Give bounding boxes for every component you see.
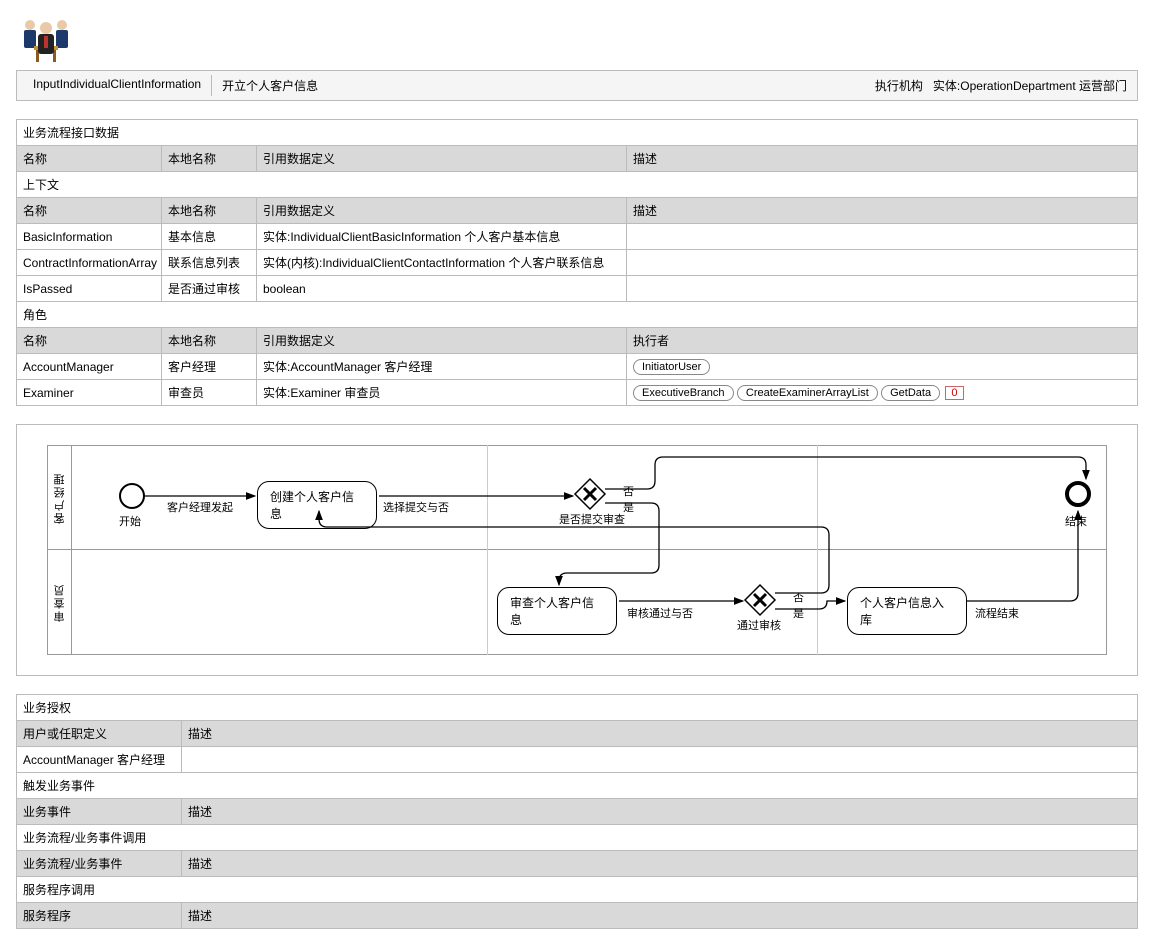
invoke-table: 业务流程/业务事件 描述 bbox=[16, 850, 1138, 877]
cell-name: ContractInformationArray bbox=[17, 250, 162, 276]
cell-local: 基本信息 bbox=[162, 224, 257, 250]
cell-name: Examiner bbox=[17, 380, 162, 406]
label-choose: 选择提交与否 bbox=[383, 499, 449, 515]
cell-name: AccountManager bbox=[17, 354, 162, 380]
bpmn-end bbox=[1065, 481, 1091, 507]
trigger-table: 业务事件 描述 bbox=[16, 798, 1138, 825]
table-row: IsPassed是否通过审核boolean bbox=[17, 276, 1138, 302]
table-row: ContractInformationArray联系信息列表实体(内核):Ind… bbox=[17, 250, 1138, 276]
hdr-desc: 描述 bbox=[182, 903, 1138, 929]
label-start: 开始 bbox=[119, 513, 141, 529]
label-yes1: 是 bbox=[623, 499, 634, 515]
hdr-executor: 执行者 bbox=[627, 328, 1138, 354]
hdr-desc: 描述 bbox=[627, 198, 1138, 224]
bpmn-task-review: 审查个人客户信息 bbox=[497, 587, 617, 635]
hdr-desc: 描述 bbox=[182, 799, 1138, 825]
bpmn-gateway-pass bbox=[745, 585, 775, 615]
label-initiate: 客户经理发起 bbox=[167, 499, 233, 515]
cell-local: 是否通过审核 bbox=[162, 276, 257, 302]
cell-ref: 实体(内核):IndividualClientContactInformatio… bbox=[257, 250, 627, 276]
cell-ref: 实体:AccountManager 客户经理 bbox=[257, 354, 627, 380]
hdr-auth-user: 用户或任职定义 bbox=[17, 721, 182, 747]
label-flowend: 流程结束 bbox=[975, 605, 1019, 621]
app-icon bbox=[16, 16, 76, 66]
cell-local: 联系信息列表 bbox=[162, 250, 257, 276]
service-table: 服务程序 描述 bbox=[16, 902, 1138, 929]
label-gate2: 通过审核 bbox=[737, 617, 781, 633]
label-yes2: 是 bbox=[793, 605, 804, 621]
hdr-service-item: 服务程序 bbox=[17, 903, 182, 929]
cell-ref: boolean bbox=[257, 276, 627, 302]
hdr-desc: 描述 bbox=[182, 851, 1138, 877]
label-gate1: 是否提交审查 bbox=[559, 511, 625, 527]
section-invoke: 业务流程/业务事件调用 bbox=[16, 825, 1138, 850]
executor-pill: CreateExaminerArrayList bbox=[737, 385, 878, 401]
hdr-name: 名称 bbox=[17, 328, 162, 354]
cell-executor: ExecutiveBranch CreateExaminerArrayList … bbox=[627, 380, 1138, 406]
executor-index: 0 bbox=[945, 386, 963, 400]
roles-table: 名称 本地名称 引用数据定义 执行者 AccountManager客户经理实体:… bbox=[16, 327, 1138, 406]
section-service: 服务程序调用 bbox=[16, 877, 1138, 902]
cell-user: AccountManager 客户经理 bbox=[17, 747, 182, 773]
title-bar: InputIndividualClientInformation 开立个人客户信… bbox=[16, 70, 1138, 101]
lane-label-manager: 客户经理 bbox=[48, 446, 72, 549]
executor-pill: InitiatorUser bbox=[633, 359, 710, 375]
exec-org: 执行机构 实体:OperationDepartment 运营部门 bbox=[875, 77, 1131, 94]
cell-name: IsPassed bbox=[17, 276, 162, 302]
cell-desc bbox=[627, 276, 1138, 302]
hdr-local: 本地名称 bbox=[162, 198, 257, 224]
hdr-name: 名称 bbox=[17, 198, 162, 224]
hdr-desc: 描述 bbox=[627, 146, 1138, 172]
hdr-local: 本地名称 bbox=[162, 328, 257, 354]
section-context: 上下文 bbox=[16, 172, 1138, 197]
cell-name: BasicInformation bbox=[17, 224, 162, 250]
section-roles: 角色 bbox=[16, 302, 1138, 327]
cell-local: 客户经理 bbox=[162, 354, 257, 380]
cell-executor: InitiatorUser bbox=[627, 354, 1138, 380]
title-name: 开立个人客户信息 bbox=[212, 75, 328, 96]
bpmn-start bbox=[119, 483, 145, 509]
section-auth: 业务授权 bbox=[16, 694, 1138, 720]
lane-label-examiner: 审查员 bbox=[48, 550, 72, 654]
cell-ref: 实体:Examiner 审查员 bbox=[257, 380, 627, 406]
cell-desc bbox=[182, 747, 1138, 773]
label-no1: 否 bbox=[623, 483, 634, 499]
label-no2: 否 bbox=[793, 589, 804, 605]
hdr-trigger-event: 业务事件 bbox=[17, 799, 182, 825]
hdr-ref: 引用数据定义 bbox=[257, 146, 627, 172]
interface-table: 名称 本地名称 引用数据定义 描述 bbox=[16, 145, 1138, 172]
context-table: 名称 本地名称 引用数据定义 描述 BasicInformation基本信息实体… bbox=[16, 197, 1138, 302]
cell-ref: 实体:IndividualClientBasicInformation 个人客户… bbox=[257, 224, 627, 250]
hdr-ref: 引用数据定义 bbox=[257, 328, 627, 354]
bpmn-gateway-submit bbox=[575, 479, 605, 509]
auth-table: 用户或任职定义 描述 AccountManager 客户经理 bbox=[16, 720, 1138, 773]
bpmn-diagram: 客户经理 审查员 开始 创建个人客户信息 是否提交审查 审查个人客户信息 通过审… bbox=[16, 424, 1138, 676]
cell-desc bbox=[627, 224, 1138, 250]
section-interface: 业务流程接口数据 bbox=[16, 119, 1138, 145]
label-passornot: 审核通过与否 bbox=[627, 605, 693, 621]
table-row: Examiner审查员实体:Examiner 审查员ExecutiveBranc… bbox=[17, 380, 1138, 406]
hdr-invoke-item: 业务流程/业务事件 bbox=[17, 851, 182, 877]
cell-local: 审查员 bbox=[162, 380, 257, 406]
title-code: InputIndividualClientInformation bbox=[23, 75, 212, 96]
hdr-ref: 引用数据定义 bbox=[257, 198, 627, 224]
hdr-local: 本地名称 bbox=[162, 146, 257, 172]
hdr-name: 名称 bbox=[17, 146, 162, 172]
cell-desc bbox=[627, 250, 1138, 276]
section-trigger: 触发业务事件 bbox=[16, 773, 1138, 798]
table-row: BasicInformation基本信息实体:IndividualClientB… bbox=[17, 224, 1138, 250]
executor-pill: ExecutiveBranch bbox=[633, 385, 734, 401]
bpmn-task-create: 创建个人客户信息 bbox=[257, 481, 377, 529]
hdr-desc: 描述 bbox=[182, 721, 1138, 747]
table-row: AccountManager客户经理实体:AccountManager 客户经理… bbox=[17, 354, 1138, 380]
table-row: AccountManager 客户经理 bbox=[17, 747, 1138, 773]
bpmn-task-store: 个人客户信息入库 bbox=[847, 587, 967, 635]
executor-pill: GetData bbox=[881, 385, 940, 401]
label-end: 结束 bbox=[1065, 513, 1087, 529]
